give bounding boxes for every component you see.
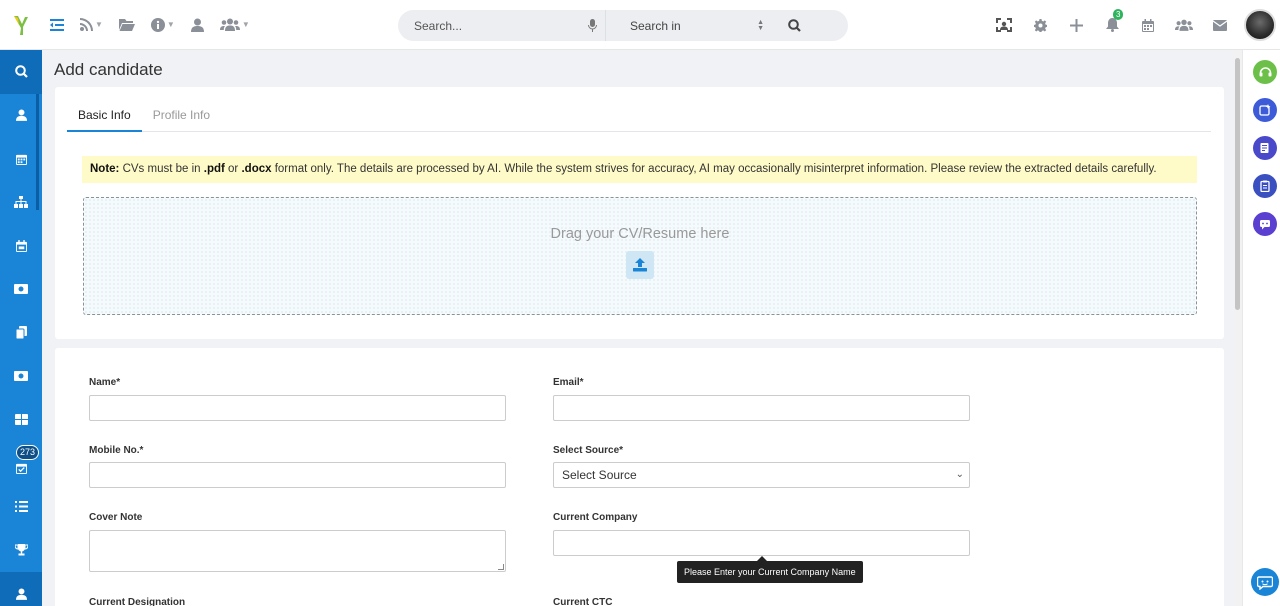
grid-icon (14, 414, 28, 426)
top-bar: ▼ ▼ ▼ Search in ▲▼ (0, 0, 1280, 50)
current-ctc-label: Current CTC (553, 597, 613, 606)
chevron-down-icon: ▼ (95, 20, 103, 29)
calendar-icon[interactable] (1130, 0, 1166, 50)
sidebar-item-finance[interactable] (0, 355, 42, 399)
page-title: Add candidate (54, 60, 163, 79)
cover-note-field[interactable] (89, 530, 506, 572)
calendar-tasks-icon (15, 464, 27, 475)
sidebar-item-documents[interactable] (0, 311, 42, 355)
email-field[interactable] (553, 395, 970, 421)
scan-icon[interactable] (986, 0, 1022, 50)
current-company-label: Current Company (553, 512, 638, 523)
chevron-down-icon: ⌄ (955, 469, 964, 480)
mobile-field[interactable] (89, 462, 506, 488)
cv-format-note: Note: CVs must be in .pdf or .docx forma… (82, 156, 1197, 183)
calendar-icon (15, 154, 27, 165)
source-select[interactable]: Select Source ⌄ (553, 462, 970, 488)
money-icon (14, 284, 28, 295)
users-group-icon[interactable]: ▼ (212, 0, 258, 50)
current-company-field[interactable] (553, 530, 970, 556)
note-docx: .docx (241, 163, 272, 175)
rss-feed-icon[interactable]: ▼ (72, 0, 111, 50)
source-label: Select Source* (553, 445, 624, 456)
ai-chat-icon[interactable] (1253, 212, 1277, 236)
ai-sparkle-icon[interactable] (1253, 98, 1277, 122)
support-headset-icon[interactable] (1253, 60, 1277, 84)
calendar-check-icon (15, 239, 27, 252)
user-icon[interactable] (183, 0, 212, 50)
microphone-icon[interactable] (583, 19, 601, 32)
note-text-1: CVs must be in (119, 163, 204, 175)
right-rail (1242, 50, 1280, 606)
page-scrollbar-thumb[interactable] (1235, 58, 1240, 310)
dropzone-text: Drag your CV/Resume here (550, 226, 730, 242)
note-pdf: .pdf (203, 163, 225, 175)
email-label: Email* (553, 377, 584, 388)
cv-dropzone[interactable]: Drag your CV/Resume here (83, 197, 1197, 315)
add-icon[interactable] (1058, 0, 1094, 50)
tab-basic-info[interactable]: Basic Info (67, 87, 142, 132)
mail-icon[interactable] (1202, 0, 1238, 50)
name-field[interactable] (89, 395, 506, 421)
select-arrows-icon: ▲ ▼ (757, 18, 764, 32)
tab-profile-info[interactable]: Profile Info (142, 87, 221, 132)
info-icon[interactable]: ▼ (143, 0, 183, 50)
sidebar-count-badge: 273 (16, 444, 40, 460)
search-button[interactable] (774, 19, 814, 32)
sidebar-item-tasks[interactable]: 273 (0, 442, 42, 486)
ai-document-icon[interactable] (1253, 136, 1277, 160)
money-bill-icon (14, 371, 28, 382)
sidebar-item-candidates[interactable] (0, 572, 42, 606)
mobile-label: Mobile No.* (89, 445, 144, 456)
note-prefix: Note: (90, 163, 120, 175)
sitemap-icon (14, 196, 28, 209)
notification-count-badge: 3 (1113, 9, 1124, 20)
search-input[interactable] (398, 10, 583, 41)
current-company-tooltip: Please Enter your Current Company Name (677, 556, 863, 583)
cover-note-label: Cover Note (89, 512, 143, 523)
sidebar-item-calendar[interactable] (0, 137, 42, 181)
upload-icon[interactable] (626, 251, 654, 279)
settings-gear-icon[interactable] (1022, 0, 1058, 50)
user-avatar[interactable] (1244, 9, 1276, 41)
global-search-bar: Search in ▲▼ (398, 10, 848, 41)
left-sidebar: 273 (0, 50, 42, 606)
menu-toggle-icon[interactable] (42, 0, 72, 50)
sidebar-item-search[interactable] (0, 50, 42, 94)
sidebar-item-payments[interactable] (0, 268, 42, 312)
sidebar-item-dashboard[interactable] (0, 398, 42, 442)
team-icon[interactable] (1166, 0, 1202, 50)
note-text-2: format only. The details are processed b… (271, 163, 1157, 175)
app-logo[interactable] (0, 0, 42, 50)
tab-bar: Basic Info Profile Info (67, 87, 1211, 132)
sidebar-item-events[interactable] (0, 224, 42, 268)
chevron-down-icon: ▼ (241, 20, 250, 29)
sidebar-item-checklist[interactable] (0, 485, 42, 529)
search-in-select[interactable]: Search in ▲ ▼ (606, 19, 774, 33)
notification-bell-icon[interactable]: 3 (1094, 0, 1130, 50)
copy-icon (15, 326, 27, 340)
current-designation-label: Current Designation (89, 597, 186, 606)
search-icon (787, 19, 801, 32)
sidebar-item-org-chart[interactable] (0, 181, 42, 225)
note-or: or (224, 163, 242, 175)
chevron-down-icon: ▼ (166, 20, 175, 29)
ai-clipboard-icon[interactable] (1253, 174, 1277, 198)
sidebar-item-awards[interactable] (0, 529, 42, 573)
sidebar-item-profile[interactable] (0, 94, 42, 138)
search-in-label: Search in (630, 18, 681, 33)
cv-upload-card: Basic Info Profile Info Note: CVs must b… (55, 87, 1224, 339)
search-icon (14, 65, 28, 79)
chat-support-icon[interactable] (1251, 568, 1279, 596)
source-select-value: Select Source (562, 468, 637, 482)
resize-handle-icon[interactable] (498, 564, 504, 570)
folder-icon[interactable] (111, 0, 143, 50)
user-icon (15, 588, 27, 600)
user-icon (15, 109, 27, 122)
list-check-icon (14, 501, 28, 513)
page-scrollbar[interactable] (1234, 50, 1242, 606)
trophy-icon (14, 544, 28, 556)
name-label: Name* (89, 377, 121, 388)
